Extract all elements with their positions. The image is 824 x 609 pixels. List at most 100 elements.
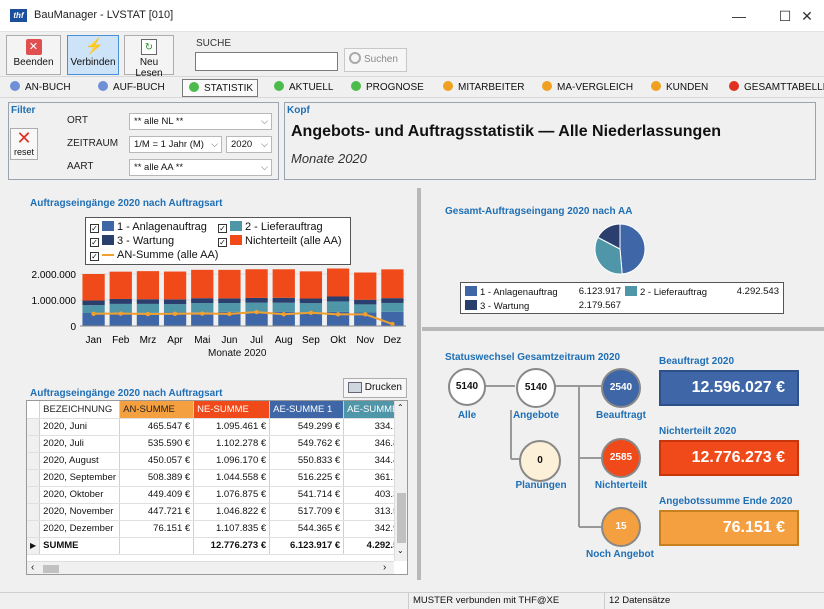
table-cell[interactable]: 1.076.875 € (193, 486, 271, 504)
row-selector[interactable] (27, 418, 41, 436)
row-selector[interactable] (27, 469, 41, 487)
neu-lesen-button[interactable]: ↻ Neu Lesen (124, 35, 174, 79)
legend-item[interactable]: ✓ 2 - Lieferauftrag (218, 221, 323, 233)
tab-gesamttabelle[interactable]: GESAMTTABELLE (723, 79, 824, 97)
legend-item[interactable]: ✓ 3 - Wartung (90, 235, 174, 247)
table-cell[interactable]: 447.721 € (119, 503, 195, 521)
data-grid[interactable]: BEZEICHNUNG AN-SUMME NE-SUMME AE-SUMME 1… (26, 400, 408, 575)
table-cell[interactable]: SUMME (39, 537, 121, 555)
tab-auf-buch[interactable]: AUF-BUCH (92, 79, 165, 97)
row-selector[interactable] (27, 486, 41, 504)
table-cell[interactable]: 550.833 € (269, 452, 345, 470)
table-cell[interactable]: 1.044.558 € (193, 469, 271, 487)
chevron-left-icon[interactable]: ‹ (31, 562, 34, 573)
table-row[interactable]: 2020, Dezember 76.151 €1.107.835 €544.365… (27, 520, 403, 538)
table-cell[interactable]: 1.095.461 € (193, 418, 271, 436)
table-cell[interactable]: 517.709 € (269, 503, 345, 521)
jahr-select[interactable]: 2020 ⌵ (226, 136, 272, 153)
search-input[interactable] (195, 52, 338, 71)
bar-segment (191, 298, 214, 304)
vertical-scrollbar[interactable]: ⌃ ⌄ (394, 401, 407, 561)
table-cell[interactable]: 508.389 € (119, 469, 195, 487)
table-cell[interactable]: 2020, Juni (39, 418, 121, 436)
verbinden-button[interactable]: ⚡ Verbinden (67, 35, 119, 75)
table-cell[interactable]: 465.547 € (119, 418, 195, 436)
tab-aktuell[interactable]: AKTUELL (268, 79, 333, 97)
row-selector[interactable]: ▶ (27, 537, 41, 555)
table-cell[interactable]: 1.107.835 € (193, 520, 271, 538)
splitter-vertical[interactable] (417, 188, 421, 580)
zeitraum-select[interactable]: 1/M = 1 Jahr (M) ⌵ (129, 136, 222, 153)
table-cell[interactable]: 535.590 € (119, 435, 195, 453)
table-cell[interactable] (119, 537, 195, 555)
status-noch-circle[interactable]: 15 (601, 507, 641, 547)
table-cell[interactable]: 541.714 € (269, 486, 345, 504)
tab-prognose[interactable]: PROGNOSE (345, 79, 424, 97)
row-selector[interactable] (27, 452, 41, 470)
table-row[interactable]: 2020, Oktober 449.409 €1.076.875 €541.714… (27, 486, 403, 504)
search-label: SUCHE (196, 38, 232, 49)
drucken-button[interactable]: Drucken (343, 378, 407, 398)
table-cell[interactable]: 2020, August (39, 452, 121, 470)
status-angebote-circle[interactable]: 5140 (516, 368, 556, 408)
table-cell[interactable]: 6.123.917 € (269, 537, 345, 555)
table-cell[interactable]: 2020, Oktober (39, 486, 121, 504)
table-row[interactable]: 2020, August 450.057 €1.096.170 €550.833 … (27, 452, 403, 470)
col-an-summe[interactable]: AN-SUMME (119, 401, 195, 419)
chevron-down-icon[interactable]: ⌄ (397, 546, 404, 555)
row-selector[interactable] (27, 435, 41, 453)
status-alle-circle[interactable]: 5140 (448, 368, 486, 406)
scrollbar-thumb[interactable] (397, 493, 406, 543)
close-button[interactable]: ✕ (790, 0, 824, 32)
table-sum-row[interactable]: ▶ SUMME 12.776.273 €6.123.917 €4.292.5 (27, 537, 403, 555)
table-cell[interactable]: 1.096.170 € (193, 452, 271, 470)
table-cell[interactable]: 516.225 € (269, 469, 345, 487)
x-tick-label: Mai (194, 335, 210, 346)
aart-select[interactable]: ** alle AA ** ⌵ (129, 159, 272, 176)
tab-label: GESAMTTABELLE (744, 82, 824, 93)
table-row[interactable]: 2020, September 508.389 €1.044.558 €516.2… (27, 469, 403, 487)
row-selector[interactable] (27, 520, 41, 538)
table-row[interactable]: 2020, Juni 465.547 €1.095.461 €549.299 €3… (27, 418, 403, 436)
table-cell[interactable]: 2020, Juli (39, 435, 121, 453)
table-cell[interactable]: 12.776.273 € (193, 537, 271, 555)
table-cell[interactable]: 544.365 € (269, 520, 345, 538)
status-beauftragt-circle[interactable]: 2540 (601, 368, 641, 408)
table-row[interactable]: 2020, Juli 535.590 €1.102.278 €549.762 €3… (27, 435, 403, 453)
col-bezeichnung[interactable]: BEZEICHNUNG (39, 401, 121, 419)
horizontal-scrollbar[interactable]: ‹ › (27, 561, 394, 574)
tab-kunden[interactable]: KUNDEN (645, 79, 708, 97)
scrollbar-thumb[interactable] (43, 565, 59, 573)
chevron-up-icon[interactable]: ⌃ (397, 403, 404, 412)
tab-statistik[interactable]: STATISTIK (182, 79, 258, 97)
table-cell[interactable]: 2020, Dezember (39, 520, 121, 538)
table-cell[interactable]: 2020, September (39, 469, 121, 487)
legend-item[interactable]: ✓ AN-Summe (alle AA) (90, 249, 218, 261)
table-cell[interactable]: 1.046.822 € (193, 503, 271, 521)
table-cell[interactable]: 449.409 € (119, 486, 195, 504)
table-cell[interactable]: 450.057 € (119, 452, 195, 470)
table-cell[interactable]: 549.299 € (269, 418, 345, 436)
chevron-right-icon[interactable]: › (383, 562, 386, 573)
status-nichterteilt-circle[interactable]: 2585 (601, 438, 641, 478)
col-ne-summe[interactable]: NE-SUMME (193, 401, 271, 419)
legend-item[interactable]: ✓ Nichterteilt (alle AA) (218, 235, 342, 247)
col-ae-summe-1[interactable]: AE-SUMME 1 (269, 401, 345, 419)
table-cell[interactable]: 76.151 € (119, 520, 195, 538)
search-button[interactable]: Suchen (344, 48, 407, 72)
tab-ma-vergleich[interactable]: MA-VERGLEICH (536, 79, 633, 97)
legend-item[interactable]: ✓ 1 - Anlagenauftrag (90, 221, 207, 233)
ort-select[interactable]: ** alle NL ** ⌵ (129, 113, 272, 130)
tab-mitarbeiter[interactable]: MITARBEITER (437, 79, 524, 97)
minimize-button[interactable]: — (716, 0, 762, 32)
status-planungen-circle[interactable]: 0 (519, 440, 561, 482)
table-cell[interactable]: 549.762 € (269, 435, 345, 453)
table-row[interactable]: 2020, November 447.721 €1.046.822 €517.70… (27, 503, 403, 521)
row-selector[interactable] (27, 503, 41, 521)
table-cell[interactable]: 2020, November (39, 503, 121, 521)
splitter-horizontal[interactable] (422, 327, 824, 331)
beenden-button[interactable]: ✕ Beenden (6, 35, 61, 75)
tab-an-buch[interactable]: AN-BUCH (4, 79, 71, 97)
reset-button[interactable]: ✕ reset (10, 128, 38, 160)
table-cell[interactable]: 1.102.278 € (193, 435, 271, 453)
